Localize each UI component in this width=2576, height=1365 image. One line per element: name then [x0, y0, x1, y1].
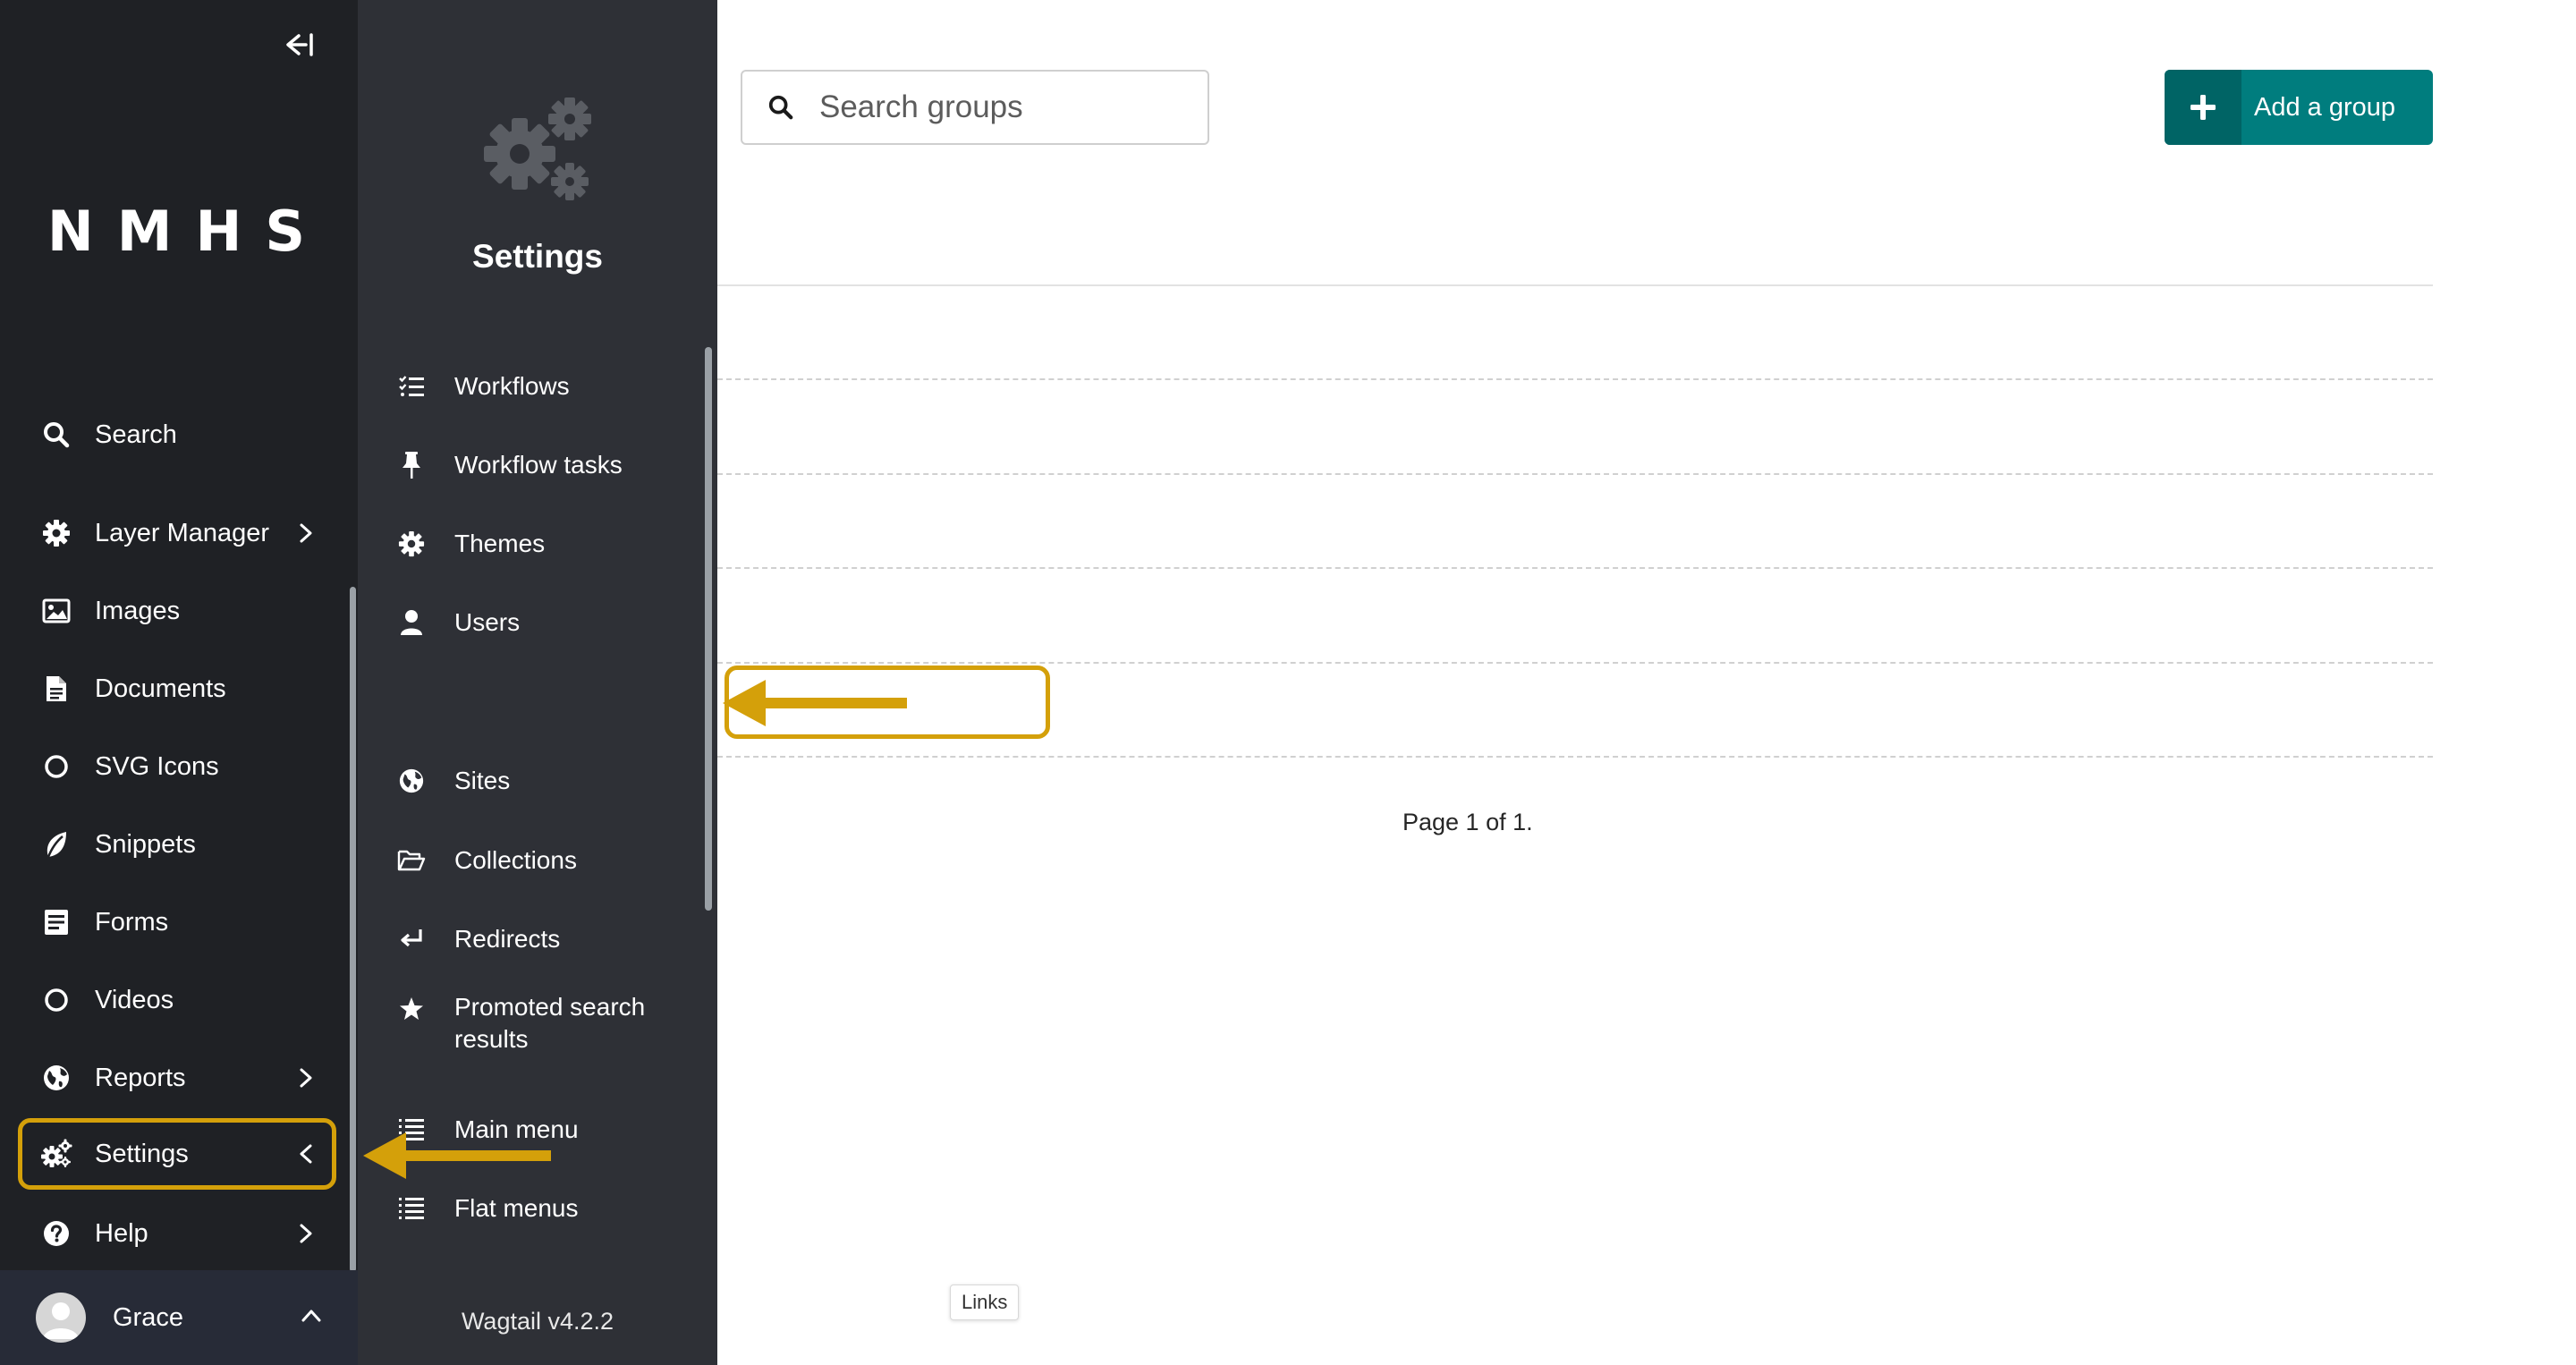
submenu-scrollbar[interactable]: [705, 347, 712, 911]
thumbtack-icon: [395, 449, 428, 481]
submenu-item-redirects[interactable]: Redirects: [369, 905, 691, 973]
submenu-item-flat-menus[interactable]: Flat menus: [369, 1174, 691, 1242]
table-row-divider: [717, 473, 2433, 475]
sidebar-item-layer-manager[interactable]: Layer Manager: [18, 497, 336, 569]
image-icon: [38, 592, 75, 630]
sidebar-item-reports[interactable]: Reports: [18, 1042, 336, 1114]
links-tooltip: Links: [950, 1284, 1020, 1320]
circle-icon: [38, 748, 75, 785]
submenu-item-workflows[interactable]: Workflows: [369, 352, 691, 420]
list-icon: [395, 1192, 428, 1225]
globe-icon: [38, 1059, 75, 1097]
table-row-divider: [717, 567, 2433, 569]
sidebar-scrollbar[interactable]: [350, 587, 356, 1272]
sidebar-item-search[interactable]: Search: [18, 399, 336, 471]
sidebar-item-label: Images: [95, 596, 181, 625]
add-group-label: Add a group: [2254, 92, 2396, 122]
submenu-item-label: Workflows: [454, 372, 570, 400]
document-icon: [38, 670, 75, 708]
table-row-divider: [717, 662, 2433, 664]
annotation-arrow-groups: [723, 680, 907, 726]
sidebar-item-svg-icons[interactable]: SVG Icons: [18, 731, 336, 802]
search-icon: [767, 94, 798, 121]
table-header-divider: [717, 284, 2433, 286]
chevron-right-icon: [288, 1216, 324, 1251]
pagination-status: Page 1 of 1.: [1402, 809, 1533, 835]
submenu-title: Settings: [472, 238, 603, 275]
form-icon: [38, 903, 75, 941]
sidebar-item-help[interactable]: Help: [18, 1198, 336, 1269]
submenu-item-collections[interactable]: Collections: [369, 827, 691, 894]
tasks-icon: [395, 370, 428, 403]
submenu-item-workflow-tasks[interactable]: Workflow tasks: [369, 431, 691, 499]
submenu-item-label: Sites: [454, 767, 511, 794]
collapse-sidebar-icon: [286, 33, 313, 56]
search-input[interactable]: [819, 89, 1195, 125]
sidebar-item-images[interactable]: Images: [18, 575, 336, 647]
help-icon: [38, 1215, 75, 1252]
account-menu[interactable]: Grace: [0, 1270, 358, 1365]
chevron-right-icon: [288, 1060, 324, 1096]
submenu-item-label: Themes: [454, 530, 546, 557]
submenu-item-label: Flat menus: [454, 1194, 579, 1222]
search-icon: [38, 416, 75, 454]
user-icon: [395, 606, 428, 639]
main-sidebar: NMHS Search Layer Manager Images Documen…: [0, 0, 358, 1365]
gear-icon: [395, 528, 428, 560]
annotation-arrow-settings: [363, 1132, 551, 1179]
add-group-button[interactable]: Add a group: [2165, 70, 2433, 145]
sidebar-item-label: SVG Icons: [95, 751, 219, 781]
sidebar-item-documents[interactable]: Documents: [18, 653, 336, 725]
submenu-item-label: Collections: [454, 846, 577, 874]
folder-open-icon: [395, 844, 428, 877]
submenu-item-promoted-search-results[interactable]: Promoted search results: [369, 991, 691, 1059]
version-label: Wagtail v4.2.2: [461, 1308, 614, 1335]
brand-logo[interactable]: NMHS: [0, 199, 358, 264]
gear-icon: [38, 514, 75, 552]
chevron-left-icon: [288, 1136, 324, 1172]
sidebar-item-label: Reports: [95, 1063, 186, 1092]
submenu-item-themes[interactable]: Themes: [369, 510, 691, 578]
sidebar-item-settings[interactable]: Settings: [18, 1118, 336, 1190]
sidebar-item-label: Forms: [95, 907, 169, 937]
plus-icon: [2165, 70, 2241, 145]
sidebar-item-label: Videos: [95, 985, 174, 1014]
cogs-icon: [358, 89, 717, 210]
search-groups-box[interactable]: [741, 70, 1209, 145]
submenu-item-label: Workflow tasks: [454, 451, 623, 479]
account-name: Grace: [113, 1302, 183, 1332]
avatar: [36, 1293, 86, 1343]
star-icon: [395, 993, 428, 1025]
circle-icon: [38, 981, 75, 1019]
sidebar-item-label: Documents: [95, 674, 226, 703]
globe-icon: [395, 765, 428, 797]
sidebar-item-label: Help: [95, 1218, 148, 1248]
cogs-icon: [38, 1135, 75, 1173]
sidebar-item-label: Search: [95, 420, 177, 449]
sidebar-item-label: Snippets: [95, 829, 196, 859]
sidebar-item-videos[interactable]: Videos: [18, 964, 336, 1036]
sidebar-item-label: Layer Manager: [95, 518, 270, 547]
leaf-icon: [38, 826, 75, 863]
submenu-item-users[interactable]: Users: [369, 589, 691, 657]
submenu-item-sites[interactable]: Sites: [369, 747, 691, 815]
chevron-right-icon: [288, 515, 324, 551]
chevron-up-icon: [301, 1308, 322, 1328]
sidebar-item-forms[interactable]: Forms: [18, 886, 336, 958]
submenu-item-label: Promoted search results: [454, 993, 646, 1053]
submenu-item-label: Redirects: [454, 925, 561, 953]
collapse-sidebar-button[interactable]: [277, 27, 322, 63]
submenu-item-label: Users: [454, 608, 521, 636]
table-row-divider: [717, 756, 2433, 758]
redirect-icon: [395, 923, 428, 955]
sidebar-item-label: Settings: [95, 1139, 189, 1168]
table-row-divider: [717, 378, 2433, 380]
sidebar-item-snippets[interactable]: Snippets: [18, 809, 336, 880]
